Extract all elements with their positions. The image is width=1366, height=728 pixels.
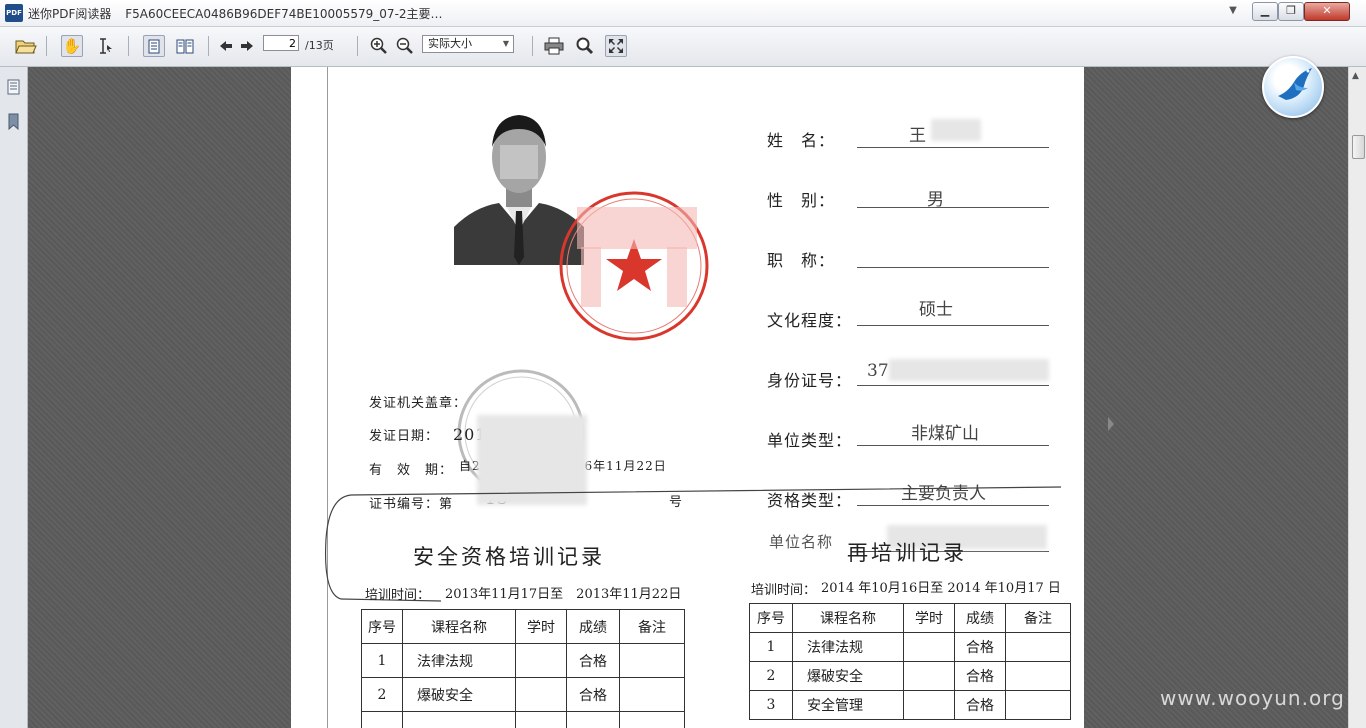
document-viewer[interactable]: 姓 名： 王 性 别： 男 职 称： 文化程度： 硕士 身份证号： 37 单位类 [28, 67, 1348, 728]
official-red-seal [559, 191, 709, 341]
zoom-in-icon[interactable] [368, 35, 390, 57]
text-select-icon[interactable] [94, 35, 116, 57]
watermark-text: www.wooyun.org [1160, 686, 1345, 710]
left-train-time-label: 培训时间： [365, 588, 431, 603]
two-page-view-icon[interactable] [174, 35, 196, 57]
file-name: F5A60CEECA0486B96DEF74BE10005579_07-2主要… [125, 7, 443, 21]
bookmark-icon[interactable] [7, 113, 20, 131]
close-button[interactable]: ✕ [1304, 2, 1350, 21]
search-icon[interactable] [574, 35, 596, 57]
expand-panel-arrow-icon[interactable] [1108, 417, 1114, 431]
pdf-app-icon: PDF [5, 4, 23, 22]
title-bar: PDF 迷你PDF阅读器 F5A60CEECA0486B96DEF74BE100… [0, 0, 1366, 27]
single-page-view-icon[interactable] [143, 35, 165, 57]
next-page-icon[interactable] [236, 35, 258, 57]
toolbar-separator [128, 36, 129, 56]
bird-logo-icon[interactable] [1262, 56, 1324, 118]
redaction-blur [931, 119, 981, 141]
chevron-down-icon: ▼ [502, 39, 509, 48]
toolbar-separator [532, 36, 533, 56]
right-section-title: 再培训记录 [847, 541, 967, 565]
previous-page-icon[interactable] [215, 35, 237, 57]
scrollbar-thumb[interactable] [1352, 135, 1365, 159]
pdf-page: 姓 名： 王 性 别： 男 职 称： 文化程度： 硕士 身份证号： 37 单位类 [291, 67, 1084, 728]
toolbar-separator [46, 36, 47, 56]
toolbar-separator [208, 36, 209, 56]
side-panel [0, 67, 28, 728]
toolbar: ✋ [0, 27, 1366, 67]
table-row: 2 爆破安全 合格 [361, 677, 685, 712]
scan-margin-line [327, 67, 328, 728]
redaction-blur [889, 359, 1049, 381]
minimize-button[interactable]: ▁ [1252, 2, 1278, 21]
zoom-out-icon[interactable] [394, 35, 416, 57]
left-course-table: 序号 课程名称 学时 成绩 备注 1 法律法规 合格 2 爆破安全 合格 [361, 609, 685, 728]
scroll-up-icon[interactable]: ▲ [1352, 71, 1359, 81]
vertical-scrollbar[interactable]: ▲ [1348, 67, 1366, 728]
right-train-time-label: 培训时间： [751, 583, 817, 598]
window-menu-dropdown-icon[interactable]: ▼ [1226, 5, 1240, 19]
table-row: 1 法律法规 合格 [361, 643, 685, 678]
page-total-label: /13页 [305, 39, 334, 52]
hand-tool-icon[interactable]: ✋ [61, 35, 83, 57]
table-row [361, 711, 685, 728]
right-course-table: 序号 课程名称 学时 成绩 备注 1 法律法规 合格 2 爆破安全 合格 3 安… [749, 603, 1071, 720]
zoom-select-value: 实际大小 [428, 37, 472, 50]
print-icon[interactable] [543, 35, 565, 57]
maximize-button[interactable]: ❐ [1278, 2, 1304, 21]
toolbar-separator [357, 36, 358, 56]
zoom-select[interactable]: 实际大小 ▼ [422, 35, 514, 53]
app-name: 迷你PDF阅读器 [28, 7, 112, 21]
window-title: 迷你PDF阅读器 F5A60CEECA0486B96DEF74BE1000557… [28, 5, 453, 22]
left-train-time-value: 2013年11月17日至 2013年11月22日 [445, 587, 682, 602]
page-number-input[interactable] [263, 35, 299, 51]
table-row: 2 爆破安全 合格 [749, 661, 1071, 691]
left-section-title: 安全资格培训记录 [413, 545, 605, 569]
fullscreen-icon[interactable] [605, 35, 627, 57]
table-row: 1 法律法规 合格 [749, 632, 1071, 662]
thumbnails-icon[interactable] [7, 79, 20, 95]
open-folder-icon[interactable] [15, 35, 37, 57]
table-row: 3 安全管理 合格 [749, 690, 1071, 720]
right-train-time-value: 2014 年10月16日至 2014 年10月17 日 [821, 581, 1061, 596]
